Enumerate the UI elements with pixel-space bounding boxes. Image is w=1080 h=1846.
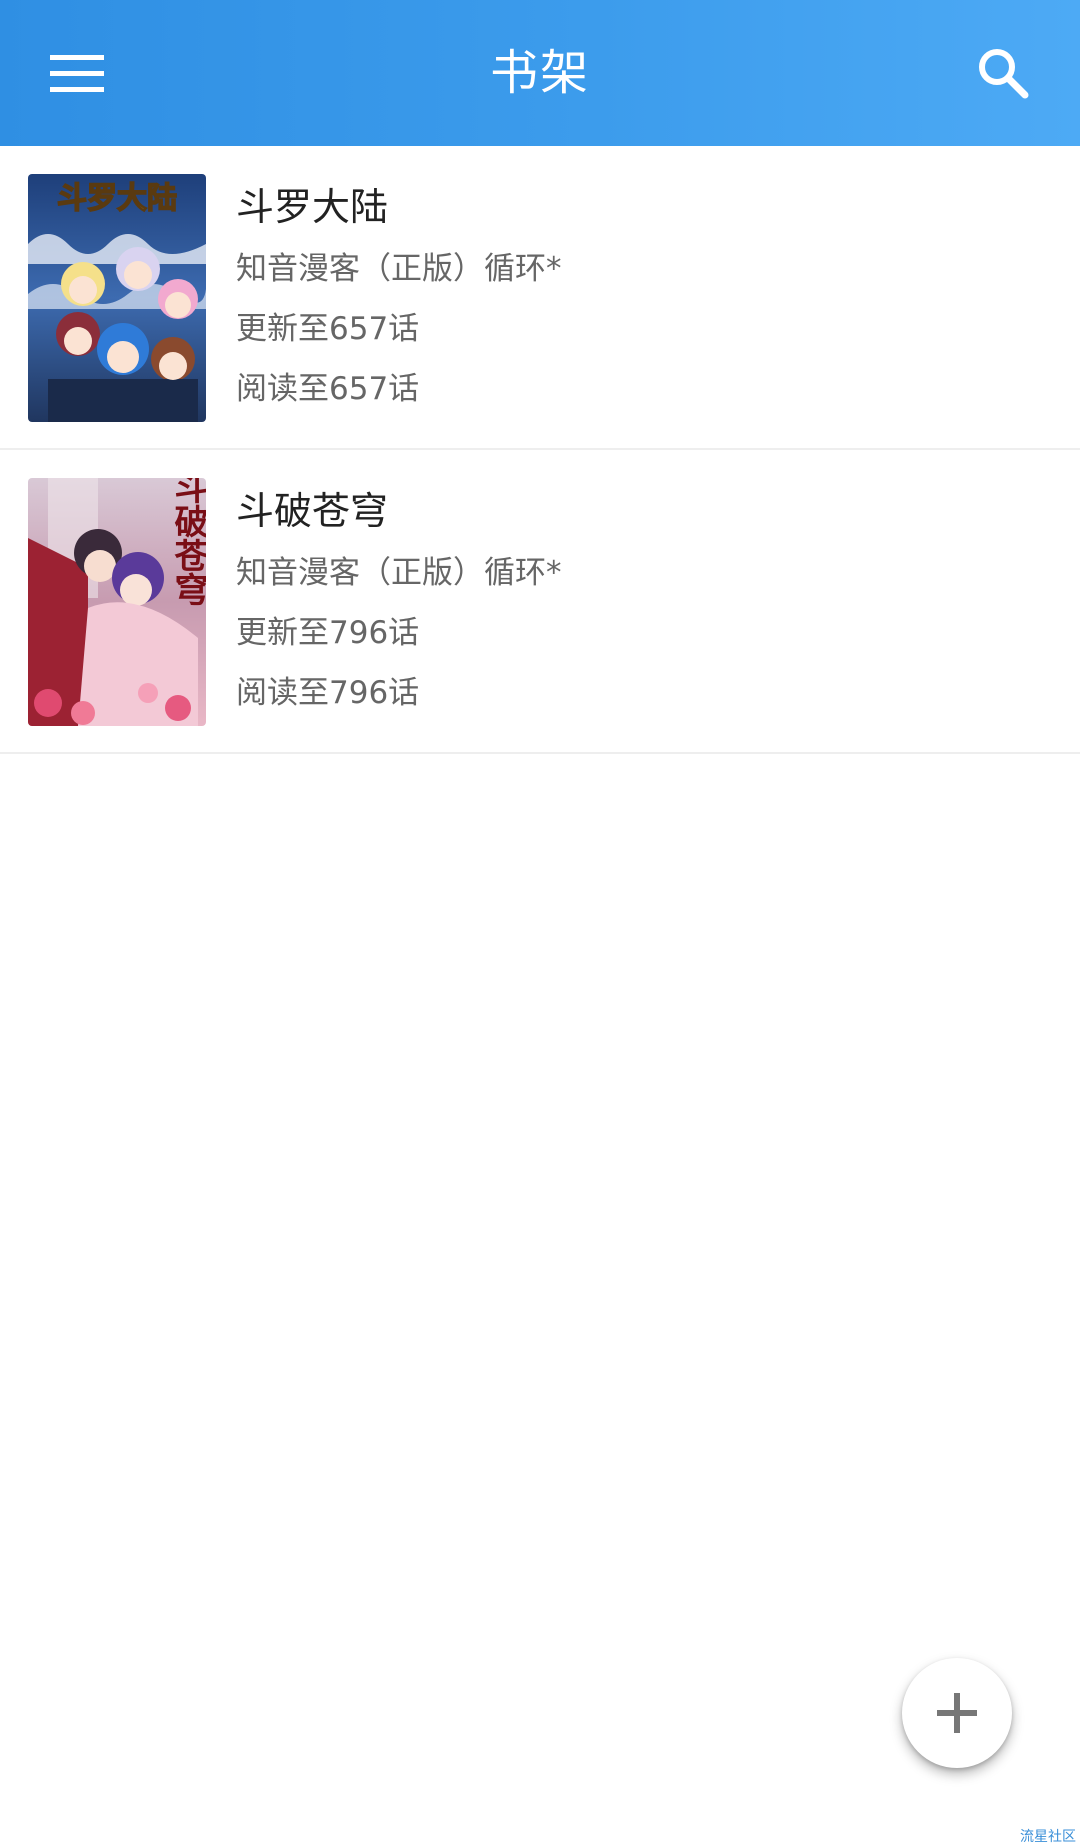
- book-source: 知音漫客（正版）循环*: [236, 555, 562, 591]
- svg-text:斗罗大陆: 斗罗大陆: [57, 181, 177, 216]
- plus-icon: [937, 1693, 977, 1733]
- book-item[interactable]: 斗罗大陆 斗罗大陆 知音漫客（正版）循环* 更新至657话 阅读至657话: [0, 146, 1080, 450]
- add-book-button[interactable]: [902, 1658, 1012, 1768]
- book-info: 斗破苍穹 知音漫客（正版）循环* 更新至796话 阅读至796话: [236, 486, 1060, 730]
- menu-button[interactable]: [34, 30, 120, 116]
- page-title: 书架: [489, 45, 590, 101]
- app-bar: 书架: [0, 0, 1080, 146]
- search-button[interactable]: [960, 30, 1046, 116]
- book-updated: 更新至657话: [236, 311, 420, 347]
- menu-icon: [50, 55, 104, 92]
- svg-text:斗破苍穹: 斗破苍穹: [168, 478, 206, 606]
- book-updated: 更新至796话: [236, 615, 420, 651]
- book-cover: 斗罗大陆: [28, 174, 206, 422]
- watermark: 流星社区: [1020, 1829, 1076, 1845]
- book-title: 斗破苍穹: [236, 489, 389, 533]
- search-icon: [979, 49, 1029, 99]
- book-item[interactable]: 斗破苍穹 斗破苍穹 知音漫客（正版）循环* 更新至796话 阅读至796话: [0, 450, 1080, 754]
- book-source: 知音漫客（正版）循环*: [236, 251, 562, 287]
- book-read-progress: 阅读至796话: [236, 675, 420, 711]
- book-cover: 斗破苍穹: [28, 478, 206, 726]
- book-title: 斗罗大陆: [236, 185, 389, 229]
- book-info: 斗罗大陆 知音漫客（正版）循环* 更新至657话 阅读至657话: [236, 182, 1060, 426]
- bookshelf-list: 斗罗大陆 斗罗大陆 知音漫客（正版）循环* 更新至657话 阅读至657话 斗破…: [0, 146, 1080, 754]
- book-read-progress: 阅读至657话: [236, 371, 420, 407]
